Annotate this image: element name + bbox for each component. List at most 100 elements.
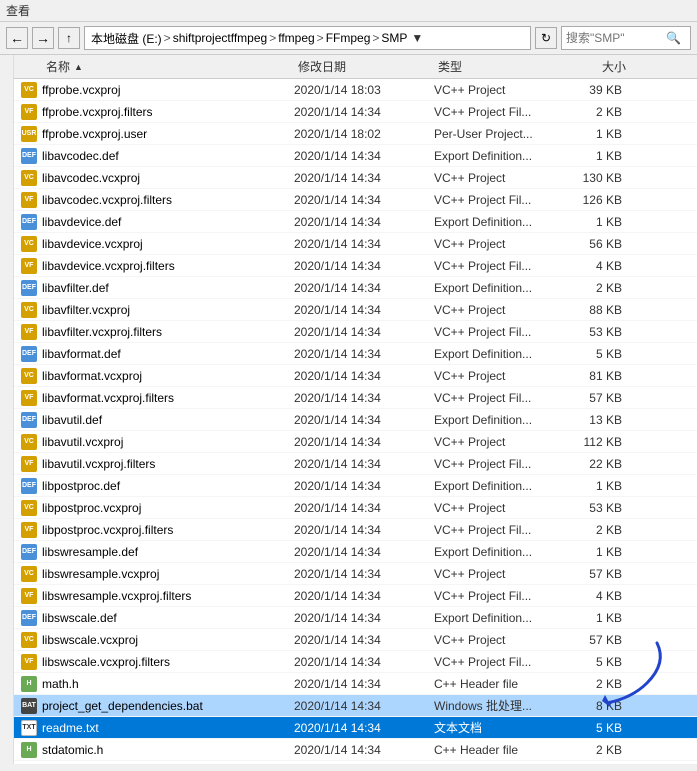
- file-list-container[interactable]: 名称 ▲ 修改日期 类型 大小 VC ffprobe.: [14, 55, 697, 764]
- table-row[interactable]: DEF libswscale.def 2020/1/14 14:34 Expor…: [14, 607, 697, 629]
- file-name: libswresample.vcxproj.filters: [42, 589, 290, 603]
- table-row[interactable]: H unistd.h 2020/1/14 14:34 C++ Header fi…: [14, 761, 697, 764]
- file-name: libavformat.def: [42, 347, 290, 361]
- file-type: VC++ Project: [430, 303, 560, 317]
- table-row[interactable]: BAT project_get_dependencies.bat 2020/1/…: [14, 695, 697, 717]
- file-icon-h: H: [20, 675, 38, 693]
- file-date: 2020/1/14 14:34: [290, 193, 430, 207]
- file-name: libavutil.def: [42, 413, 290, 427]
- table-row[interactable]: VC ffprobe.vcxproj 2020/1/14 18:03 VC++ …: [14, 79, 697, 101]
- table-row[interactable]: VC libswscale.vcxproj 2020/1/14 14:34 VC…: [14, 629, 697, 651]
- file-type: Export Definition...: [430, 413, 560, 427]
- file-name: libpostproc.def: [42, 479, 290, 493]
- table-row[interactable]: VF libavfilter.vcxproj.filters 2020/1/14…: [14, 321, 697, 343]
- table-row[interactable]: VC libavcodec.vcxproj 2020/1/14 14:34 VC…: [14, 167, 697, 189]
- breadcrumb-p3[interactable]: FFmpeg: [326, 31, 371, 45]
- file-name: libavdevice.vcxproj.filters: [42, 259, 290, 273]
- file-date: 2020/1/14 14:34: [290, 215, 430, 229]
- table-row[interactable]: VC libavformat.vcxproj 2020/1/14 14:34 V…: [14, 365, 697, 387]
- toolbar-label: 查看: [6, 2, 30, 19]
- file-size: 1 KB: [560, 611, 630, 625]
- col-name-header[interactable]: 名称 ▲: [14, 58, 294, 75]
- table-row[interactable]: VC libavutil.vcxproj 2020/1/14 14:34 VC+…: [14, 431, 697, 453]
- file-icon-def: DEF: [20, 213, 38, 231]
- table-row[interactable]: VF libavutil.vcxproj.filters 2020/1/14 1…: [14, 453, 697, 475]
- table-row[interactable]: DEF libswresample.def 2020/1/14 14:34 Ex…: [14, 541, 697, 563]
- file-size: 112 KB: [560, 435, 630, 449]
- file-name: readme.txt: [42, 721, 290, 735]
- file-size: 8 KB: [560, 699, 630, 713]
- table-row[interactable]: TXT readme.txt 2020/1/14 14:34 文本文档 5 KB: [14, 717, 697, 739]
- refresh-button[interactable]: ↻: [535, 27, 557, 49]
- file-name: libavdevice.def: [42, 215, 290, 229]
- file-date: 2020/1/14 14:34: [290, 523, 430, 537]
- file-date: 2020/1/14 14:34: [290, 655, 430, 669]
- table-row[interactable]: DEF libavdevice.def 2020/1/14 14:34 Expo…: [14, 211, 697, 233]
- col-type-header[interactable]: 类型: [434, 58, 564, 75]
- left-panel: [0, 55, 14, 764]
- file-icon-vcxproj: VC: [20, 81, 38, 99]
- col-size-header[interactable]: 大小: [564, 58, 634, 75]
- table-row[interactable]: USR ffprobe.vcxproj.user 2020/1/14 18:02…: [14, 123, 697, 145]
- table-row[interactable]: H math.h 2020/1/14 14:34 C++ Header file…: [14, 673, 697, 695]
- table-row[interactable]: VF ffprobe.vcxproj.filters 2020/1/14 14:…: [14, 101, 697, 123]
- file-icon-filters: VF: [20, 257, 38, 275]
- back-button[interactable]: ←: [6, 27, 28, 49]
- table-row[interactable]: H stdatomic.h 2020/1/14 14:34 C++ Header…: [14, 739, 697, 761]
- table-row[interactable]: DEF libavfilter.def 2020/1/14 14:34 Expo…: [14, 277, 697, 299]
- file-type: VC++ Project: [430, 567, 560, 581]
- file-icon-vcxproj: VC: [20, 235, 38, 253]
- file-icon-vcxproj: VC: [20, 169, 38, 187]
- file-type: VC++ Project Fil...: [430, 105, 560, 119]
- file-type: VC++ Project Fil...: [430, 655, 560, 669]
- table-row[interactable]: DEF libavformat.def 2020/1/14 14:34 Expo…: [14, 343, 697, 365]
- file-date: 2020/1/14 14:34: [290, 237, 430, 251]
- file-name: libavutil.vcxproj: [42, 435, 290, 449]
- breadcrumb[interactable]: 本地磁盘 (E:) > shiftprojectffmpeg > ffmpeg …: [84, 26, 531, 50]
- file-date: 2020/1/14 14:34: [290, 149, 430, 163]
- table-row[interactable]: VF libavformat.vcxproj.filters 2020/1/14…: [14, 387, 697, 409]
- file-icon-vcxproj: VC: [20, 367, 38, 385]
- search-input[interactable]: [566, 31, 666, 45]
- table-row[interactable]: DEF libavutil.def 2020/1/14 14:34 Export…: [14, 409, 697, 431]
- table-row[interactable]: VC libswresample.vcxproj 2020/1/14 14:34…: [14, 563, 697, 585]
- table-row[interactable]: VC libpostproc.vcxproj 2020/1/14 14:34 V…: [14, 497, 697, 519]
- file-name: stdatomic.h: [42, 743, 290, 757]
- file-size: 130 KB: [560, 171, 630, 185]
- table-row[interactable]: VF libswscale.vcxproj.filters 2020/1/14 …: [14, 651, 697, 673]
- breadcrumb-p2[interactable]: ffmpeg: [278, 31, 314, 45]
- file-name: libavformat.vcxproj.filters: [42, 391, 290, 405]
- file-type: Windows 批处理...: [430, 697, 560, 714]
- col-date-header[interactable]: 修改日期: [294, 58, 434, 75]
- file-date: 2020/1/14 14:34: [290, 501, 430, 515]
- file-type: Per-User Project...: [430, 127, 560, 141]
- file-size: 126 KB: [560, 193, 630, 207]
- file-type: VC++ Project Fil...: [430, 391, 560, 405]
- table-row[interactable]: VF libpostproc.vcxproj.filters 2020/1/14…: [14, 519, 697, 541]
- forward-button[interactable]: →: [32, 27, 54, 49]
- file-size: 4 KB: [560, 589, 630, 603]
- table-row[interactable]: VF libswresample.vcxproj.filters 2020/1/…: [14, 585, 697, 607]
- breadcrumb-p4[interactable]: SMP: [381, 31, 407, 45]
- file-name: project_get_dependencies.bat: [42, 699, 290, 713]
- file-name: libswscale.vcxproj: [42, 633, 290, 647]
- file-icon-filters: VF: [20, 103, 38, 121]
- table-row[interactable]: VF libavdevice.vcxproj.filters 2020/1/14…: [14, 255, 697, 277]
- file-type: Export Definition...: [430, 479, 560, 493]
- table-row[interactable]: VF libavcodec.vcxproj.filters 2020/1/14 …: [14, 189, 697, 211]
- file-size: 53 KB: [560, 325, 630, 339]
- table-row[interactable]: VC libavdevice.vcxproj 2020/1/14 14:34 V…: [14, 233, 697, 255]
- file-type: VC++ Project Fil...: [430, 589, 560, 603]
- breadcrumb-p1[interactable]: shiftprojectffmpeg: [173, 31, 268, 45]
- file-name: libswscale.vcxproj.filters: [42, 655, 290, 669]
- search-box[interactable]: 🔍: [561, 26, 691, 50]
- breadcrumb-drive[interactable]: 本地磁盘 (E:): [91, 30, 162, 47]
- file-rows: VC ffprobe.vcxproj 2020/1/14 18:03 VC++ …: [14, 79, 697, 764]
- table-row[interactable]: DEF libavcodec.def 2020/1/14 14:34 Expor…: [14, 145, 697, 167]
- table-row[interactable]: DEF libpostproc.def 2020/1/14 14:34 Expo…: [14, 475, 697, 497]
- table-row[interactable]: VC libavfilter.vcxproj 2020/1/14 14:34 V…: [14, 299, 697, 321]
- file-type: C++ Header file: [430, 677, 560, 691]
- file-name: libavfilter.vcxproj.filters: [42, 325, 290, 339]
- up-button[interactable]: ↑: [58, 27, 80, 49]
- file-type: VC++ Project: [430, 171, 560, 185]
